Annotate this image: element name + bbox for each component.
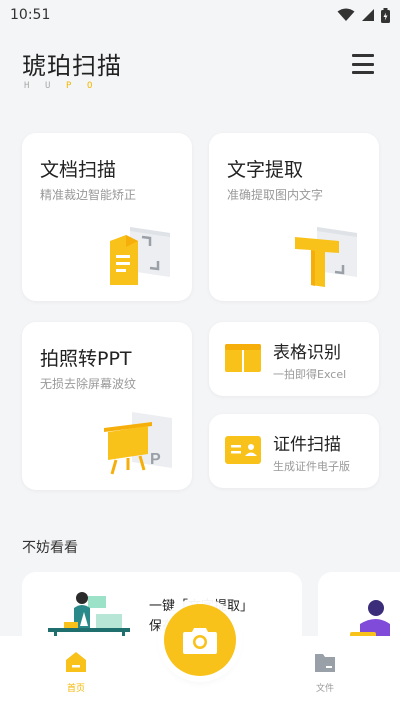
card-id-scan[interactable]: 证件扫描 生成证件电子版: [209, 414, 379, 488]
document-scan-icon: [110, 227, 170, 285]
nav-home-label: 首页: [66, 684, 85, 694]
text-extract-icon: [295, 227, 357, 287]
status-time: 10:51: [10, 7, 51, 23]
app-title: 琥珀扫描: [22, 52, 122, 80]
wifi-icon: [337, 8, 355, 21]
subtitle-letter-u: U: [45, 81, 51, 91]
nav-files[interactable]: 文件: [305, 651, 345, 694]
signal-icon: [362, 9, 374, 21]
subtitle-letter-p: P: [66, 81, 72, 91]
card-photo-to-ppt-subtitle: 无损去除屏幕波纹: [40, 377, 137, 391]
home-icon: [66, 652, 86, 672]
card-id-scan-subtitle: 生成证件电子版: [273, 460, 350, 473]
hamburger-menu-icon[interactable]: [352, 54, 374, 74]
battery-icon: [381, 7, 390, 23]
svg-text:P: P: [150, 451, 161, 468]
presentation-board-icon: P: [104, 412, 172, 475]
card-id-scan-title: 证件扫描: [273, 435, 341, 455]
app-header: 琥珀扫描 H U P O: [22, 46, 378, 98]
folder-icon: [315, 654, 335, 672]
card-text-extract-title: 文字提取: [227, 159, 304, 181]
status-icons: [337, 7, 390, 23]
nav-home[interactable]: 首页: [56, 651, 96, 694]
subtitle-letter-h: H: [24, 81, 30, 91]
card-document-scan-subtitle: 精准裁边智能矫正: [40, 188, 137, 202]
card-table-recognize[interactable]: 表格识别 一拍即得Excel: [209, 322, 379, 396]
nav-files-label: 文件: [315, 684, 334, 694]
card-document-scan-title: 文档扫描: [40, 159, 117, 181]
card-table-recognize-subtitle: 一拍即得Excel: [273, 368, 347, 381]
card-table-recognize-title: 表格识别: [273, 343, 341, 363]
table-icon: [225, 344, 261, 372]
card-document-scan[interactable]: 文档扫描 精准裁边智能矫正: [22, 133, 192, 301]
section-title: 不妨看看: [22, 540, 78, 556]
camera-icon: [183, 628, 217, 654]
card-text-extract-subtitle: 准确提取图内文字: [227, 188, 324, 202]
card-text-extract[interactable]: 文字提取 准确提取图内文字: [209, 133, 379, 301]
card-photo-to-ppt-title: 拍照转PPT: [40, 348, 132, 370]
card-photo-to-ppt[interactable]: 拍照转PPT 无损去除屏幕波纹 P: [22, 322, 192, 490]
app-subtitle: H U P O: [24, 81, 95, 91]
id-card-icon: [225, 436, 261, 464]
subtitle-letter-o: O: [87, 81, 93, 91]
camera-button[interactable]: [164, 604, 236, 676]
status-bar: 10:51: [0, 0, 400, 30]
